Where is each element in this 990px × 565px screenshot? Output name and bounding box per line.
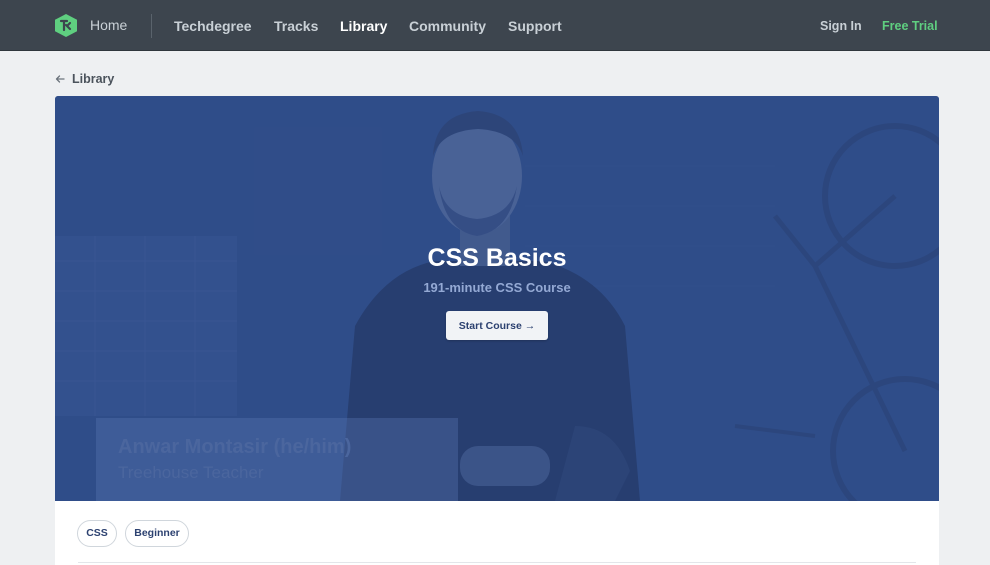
teacher-name: Anwar Montasir (he/him) (118, 436, 352, 458)
nav-link-support[interactable]: Support (508, 18, 562, 34)
breadcrumb-label: Library (72, 72, 115, 86)
nav-link-tracks[interactable]: Tracks (274, 18, 318, 34)
free-trial-link[interactable]: Free Trial (882, 19, 938, 33)
nav-home-link[interactable]: Home (90, 17, 127, 33)
start-course-button[interactable]: Start Course → (446, 311, 548, 340)
nav-link-techdegree[interactable]: Techdegree (174, 18, 252, 34)
teacher-card: Anwar Montasir (he/him) Treehouse Teache… (96, 418, 458, 501)
breadcrumb[interactable]: Library (55, 72, 114, 86)
nav-link-community[interactable]: Community (409, 18, 486, 34)
nav-link-library[interactable]: Library (340, 18, 387, 34)
course-subtitle: 191-minute CSS Course (423, 280, 571, 295)
top-navigation: Home Techdegree Tracks Library Community… (0, 0, 990, 51)
content-divider (78, 562, 916, 563)
arrow-left-icon (55, 75, 65, 83)
tag-css[interactable]: CSS (77, 520, 117, 547)
course-title: CSS Basics (427, 244, 567, 272)
treehouse-logo-icon[interactable] (55, 14, 77, 37)
nav-separator (151, 14, 152, 38)
teacher-role: Treehouse Teacher (118, 463, 264, 482)
course-details: CSS Beginner (55, 501, 939, 565)
course-hero: Anwar Montasir (he/him) Treehouse Teache… (55, 96, 939, 501)
sign-in-link[interactable]: Sign In (820, 19, 862, 33)
tag-beginner[interactable]: Beginner (125, 520, 189, 547)
